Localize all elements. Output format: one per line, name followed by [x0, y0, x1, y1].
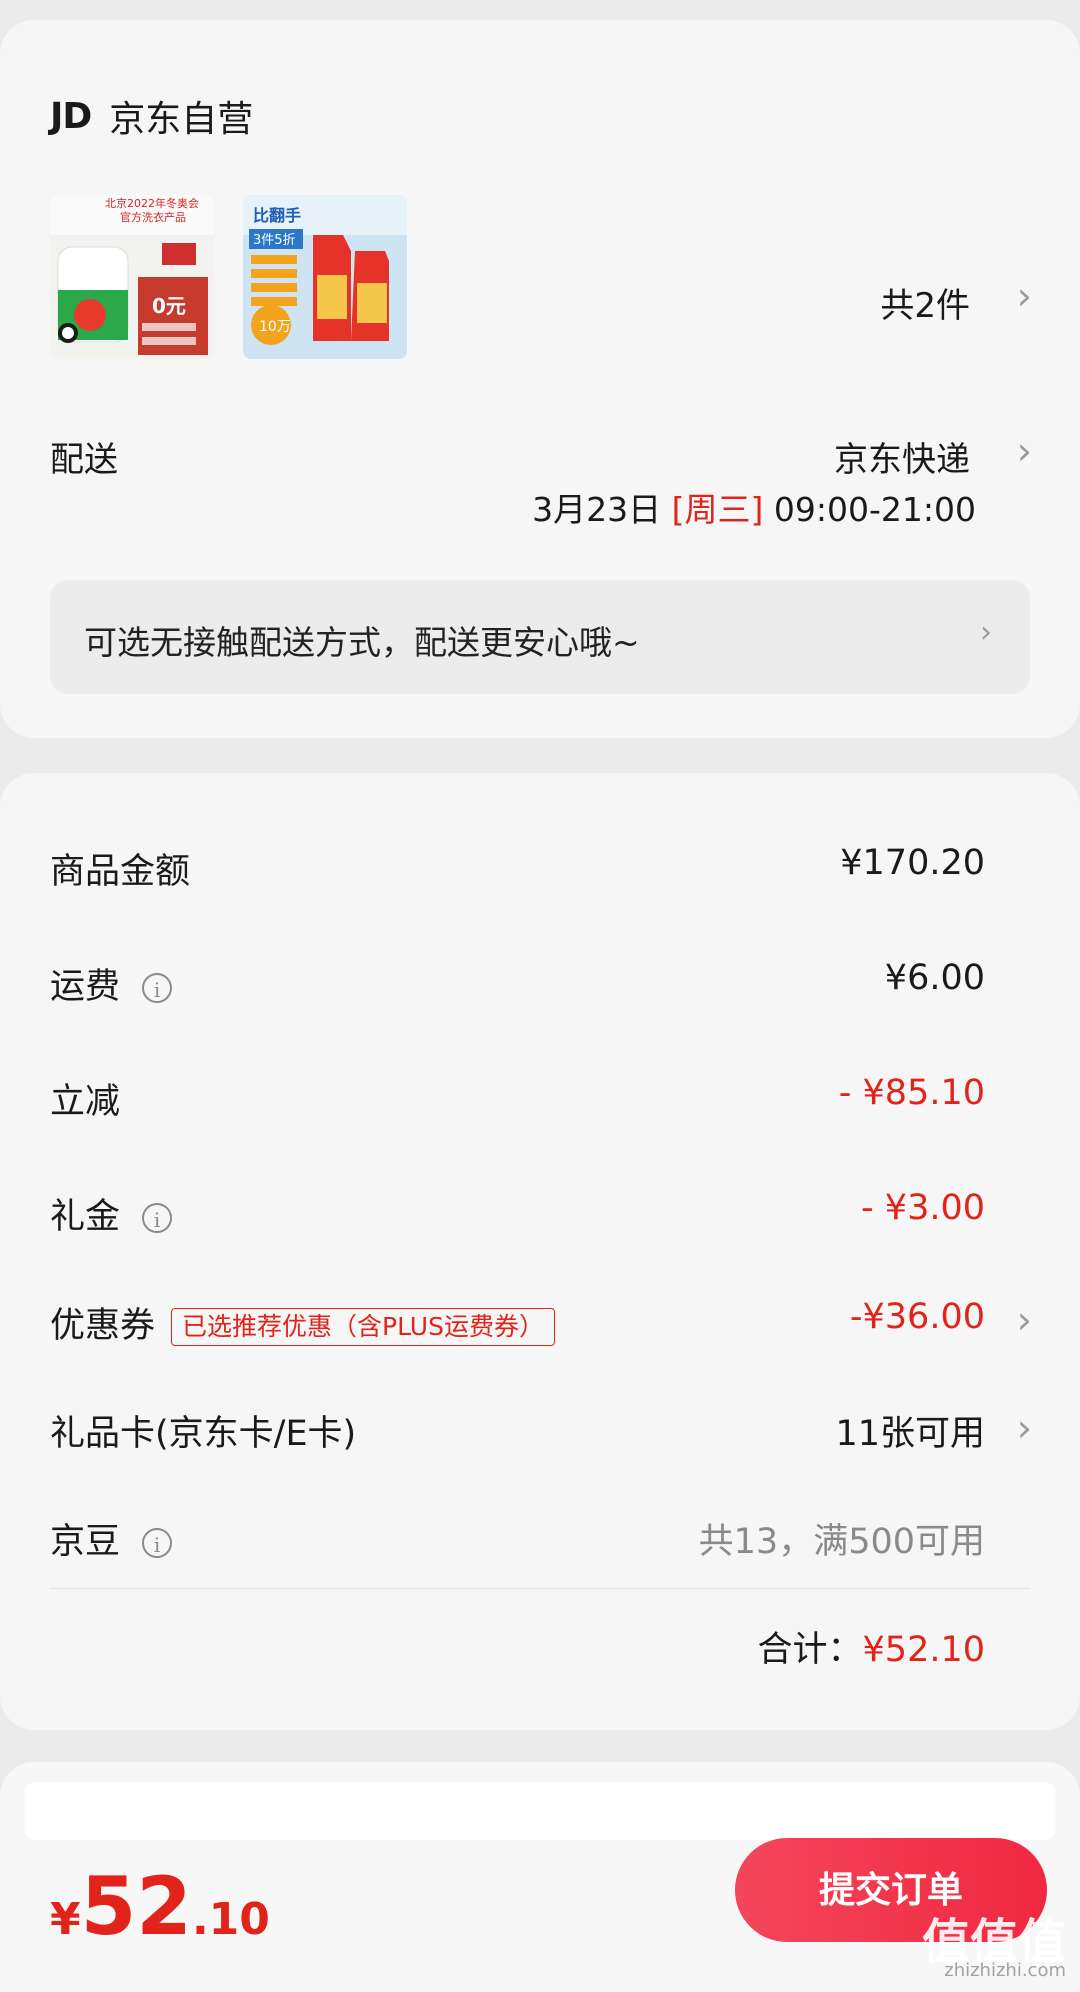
jd-beans-row: 京豆 i — [50, 1513, 173, 1564]
coupon-label: 优惠券 — [50, 1306, 156, 1346]
product-thumbnail-cleaner[interactable]: 比翻手 3件5折 10万 — [243, 195, 407, 359]
info-icon[interactable]: i — [142, 973, 173, 1003]
pay-integer: 52 — [80, 1860, 192, 1953]
coupon-value[interactable]: -¥36.00 — [850, 1297, 985, 1337]
jd-logo: JD — [50, 95, 92, 137]
instant-discount-value: - ¥85.10 — [838, 1073, 985, 1113]
total-label: 合计： — [757, 1630, 863, 1670]
chevron-right-icon: › — [980, 615, 992, 650]
item-count-text: 共2件 — [880, 286, 970, 326]
jd-beans-label: 京豆 — [50, 1522, 121, 1562]
hint-text: 可选无接触配送方式，配送更安心哦~ — [84, 623, 640, 662]
bottom-white-strip — [25, 1782, 1055, 1840]
gift-card-label[interactable]: 礼品卡(京东卡/E卡) — [50, 1405, 356, 1456]
contactless-delivery-hint[interactable]: 可选无接触配送方式，配送更安心哦~ › — [50, 580, 1030, 694]
shop-header[interactable]: JD 京东自营 — [50, 90, 253, 142]
delivery-date: 3月23日 — [532, 490, 662, 529]
instant-discount-label: 立减 — [50, 1082, 121, 1122]
product1-text-3: 0元 — [152, 294, 186, 318]
pay-currency: ¥ — [50, 1894, 81, 1945]
delivery-weekday: [周三] — [671, 490, 764, 529]
goods-amount-label: 商品金额 — [50, 852, 191, 892]
shop-card: JD 京东自营 北京2022年冬奥会 官方洗衣产品 0元 比翻手 3件5折 10… — [0, 20, 1080, 738]
delivery-method[interactable]: 京东快递 — [834, 432, 970, 481]
chevron-right-icon[interactable]: › — [1017, 1301, 1032, 1339]
chevron-right-icon[interactable]: › — [1017, 1409, 1032, 1447]
coupon-row[interactable]: 优惠券 已选推荐优惠（含PLUS运费券） — [50, 1297, 555, 1348]
delivery-label: 配送 — [50, 440, 118, 480]
gift-money-row: 礼金 i — [50, 1188, 173, 1239]
product-thumbnail-detergent[interactable]: 北京2022年冬奥会 官方洗衣产品 0元 — [50, 195, 214, 359]
item-count[interactable]: 共2件 — [880, 278, 970, 327]
pay-decimal: .10 — [191, 1894, 270, 1945]
chevron-right-icon[interactable]: › — [1017, 277, 1032, 315]
delivery-window: 09:00-21:00 — [773, 490, 976, 529]
info-icon[interactable]: i — [142, 1203, 173, 1233]
info-icon[interactable]: i — [142, 1528, 173, 1558]
product2-text-2: 3件5折 — [253, 233, 296, 248]
total-value: ¥52.10 — [862, 1630, 985, 1670]
divider — [50, 1588, 1030, 1589]
pay-amount: ¥52.10 — [50, 1860, 270, 1953]
product2-text-3: 10万 — [259, 319, 291, 335]
gift-card-value[interactable]: 11张可用 — [835, 1405, 985, 1456]
coupon-tag: 已选推荐优惠（含PLUS运费券） — [171, 1308, 555, 1346]
jd-beans-value: 共13，满500可用 — [698, 1522, 985, 1562]
delivery-time[interactable]: 3月23日 [周三] 09:00-21:00 — [532, 483, 976, 531]
shipping-fee-row: 运费 i — [50, 958, 173, 1009]
product1-text-2: 官方洗衣产品 — [120, 210, 186, 224]
product2-text-1: 比翻手 — [253, 206, 301, 225]
chevron-right-icon[interactable]: › — [1017, 432, 1032, 470]
shop-name: 京东自营 — [109, 99, 254, 140]
total-row: 合计：¥52.10 — [758, 1621, 985, 1672]
price-card: 商品金额 ¥170.20 运费 i ¥6.00 立减 - ¥85.10 礼金 i -… — [0, 773, 1080, 1730]
gift-money-label: 礼金 — [50, 1197, 121, 1237]
shipping-fee-label: 运费 — [50, 967, 121, 1007]
goods-amount-value: ¥170.20 — [840, 843, 985, 883]
watermark-url: zhizhizhi.com — [944, 1960, 1066, 1981]
shipping-fee-value: ¥6.00 — [884, 958, 985, 998]
product1-text-1: 北京2022年冬奥会 — [105, 196, 199, 210]
gift-money-value: - ¥3.00 — [861, 1188, 985, 1228]
